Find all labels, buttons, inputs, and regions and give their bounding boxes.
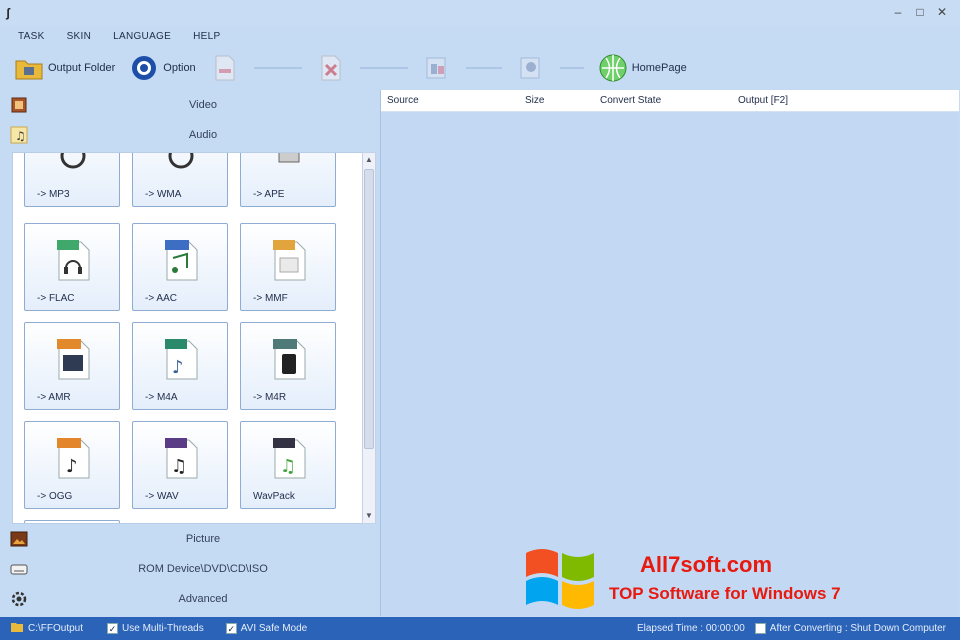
toolbar: Output Folder Option HomePage — [0, 48, 960, 88]
multi-threads-checkbox[interactable]: ✓ Use Multi-Threads — [107, 623, 204, 634]
window-controls: – □ ✕ — [890, 4, 950, 20]
column-output[interactable]: Output [F2] — [738, 95, 788, 106]
avi-safe-mode-checkbox[interactable]: ✓ AVI Safe Mode — [225, 623, 307, 634]
category-rom-device[interactable]: ROM Device\DVD\CD\ISO — [6, 554, 380, 584]
ogg-file-icon: ♪ — [53, 436, 93, 480]
svg-text:♫: ♫ — [280, 456, 296, 477]
format-tile-wavpack[interactable]: ♫ WavPack — [240, 421, 336, 509]
format-tile-wma[interactable]: -> WMA — [132, 153, 228, 207]
elapsed-time: Elapsed Time : 00:00:00 — [636, 623, 745, 634]
maximize-icon[interactable]: □ — [912, 4, 928, 20]
format-tile-flac[interactable]: -> FLAC — [24, 223, 120, 311]
format-grid-scrollbar[interactable]: ▲ ▼ — [362, 152, 376, 524]
output-folder-button[interactable]: Output Folder — [14, 51, 115, 85]
format-grid: -> MP3 -> WMA -> APE -> FLAC -> AAC -> M… — [12, 152, 368, 524]
stop-file-icon — [516, 53, 546, 83]
task-list-header: Source Size Convert State Output [F2] — [381, 90, 959, 112]
checkbox-unchecked-icon — [754, 623, 766, 634]
category-picture[interactable]: Picture — [6, 524, 380, 554]
menu-language[interactable]: LANGUAGE — [113, 31, 171, 42]
m4r-file-icon — [269, 337, 309, 381]
app-logo-icon[interactable]: ʃ — [6, 6, 10, 20]
scroll-up-icon[interactable]: ▲ — [363, 153, 375, 167]
toolbar-divider — [359, 67, 408, 69]
mp3-file-icon — [53, 153, 93, 178]
clear-list-button[interactable] — [316, 51, 346, 85]
homepage-button[interactable]: HomePage — [598, 51, 687, 85]
m4a-file-icon: ♪ — [161, 337, 201, 381]
close-icon[interactable]: ✕ — [934, 4, 950, 20]
format-tile-mmf[interactable]: -> MMF — [240, 223, 336, 311]
wavpack-file-icon: ♫ — [269, 436, 309, 480]
ape-file-icon — [269, 153, 309, 178]
clear-list-icon — [316, 53, 346, 83]
flac-file-icon — [53, 238, 93, 282]
format-tile-amr[interactable]: -> AMR — [24, 322, 120, 410]
stop-button[interactable] — [516, 51, 546, 85]
mmf-file-icon — [269, 238, 309, 282]
advanced-gear-icon — [10, 590, 28, 608]
windows-logo-icon — [522, 541, 598, 611]
video-icon — [10, 96, 28, 114]
toolbar-divider — [559, 67, 584, 69]
picture-icon — [10, 530, 28, 548]
task-list-panel[interactable]: Source Size Convert State Output [F2] — [380, 90, 959, 616]
audio-icon: ♫ — [10, 126, 28, 144]
aac-file-icon — [161, 238, 201, 282]
rom-device-icon — [10, 560, 28, 578]
format-tile-ogg[interactable]: ♪ -> OGG — [24, 421, 120, 509]
svg-text:♫: ♫ — [15, 129, 26, 143]
amr-file-icon — [53, 337, 93, 381]
svg-text:♪: ♪ — [66, 456, 78, 477]
format-tile-mp3[interactable]: -> MP3 — [24, 153, 120, 207]
column-source[interactable]: Source — [387, 95, 419, 106]
remove-file-icon — [210, 53, 240, 83]
category-advanced[interactable]: Advanced — [6, 584, 380, 614]
option-icon — [129, 53, 159, 83]
output-folder-icon — [10, 621, 24, 636]
checkbox-checked-icon: ✓ — [225, 623, 237, 634]
left-panel: Video ♫ Audio -> MP3 -> WMA -> APE -> FL… — [6, 90, 380, 616]
remove-task-button[interactable] — [210, 51, 240, 85]
menu-help[interactable]: HELP — [193, 31, 220, 42]
toolbar-divider — [465, 67, 502, 69]
status-bar: C:\FFOutput ✓ Use Multi-Threads ✓ AVI Sa… — [0, 617, 960, 640]
menu-bar: TASK SKIN LANGUAGE HELP — [0, 26, 960, 46]
after-converting-checkbox[interactable]: After Converting : Shut Down Computer — [754, 623, 946, 634]
play-file-icon — [422, 53, 452, 83]
wma-file-icon — [161, 153, 201, 178]
svg-text:♫: ♫ — [171, 456, 187, 477]
folder-icon — [14, 53, 44, 83]
format-tile-m4r[interactable]: -> M4R — [240, 322, 336, 410]
format-tile-ape[interactable]: -> APE — [240, 153, 336, 207]
output-path-button[interactable]: C:\FFOutput — [10, 621, 83, 636]
title-bar: ʃ – □ ✕ — [0, 0, 960, 26]
minimize-icon[interactable]: – — [890, 4, 906, 20]
watermark-title: All7soft.com — [640, 552, 773, 577]
watermark-subtitle: TOP Software for Windows 7 — [609, 584, 841, 603]
category-audio[interactable]: ♫ Audio — [6, 120, 380, 150]
category-video[interactable]: Video — [6, 90, 380, 120]
wav-file-icon: ♫ — [161, 436, 201, 480]
format-tile-wav[interactable]: ♫ -> WAV — [132, 421, 228, 509]
scroll-down-icon[interactable]: ▼ — [363, 509, 375, 523]
format-tile-m4a[interactable]: ♪ -> M4A — [132, 322, 228, 410]
column-size[interactable]: Size — [525, 95, 544, 106]
scroll-thumb[interactable] — [364, 169, 374, 449]
toolbar-divider — [253, 67, 302, 69]
play-button[interactable] — [422, 51, 452, 85]
format-tile-aac[interactable]: -> AAC — [132, 223, 228, 311]
column-convert-state[interactable]: Convert State — [600, 95, 661, 106]
menu-skin[interactable]: SKIN — [67, 31, 92, 42]
menu-task[interactable]: TASK — [18, 31, 45, 42]
option-button[interactable]: Option — [129, 51, 196, 85]
globe-icon — [598, 53, 628, 83]
svg-text:♪: ♪ — [172, 357, 184, 378]
checkbox-checked-icon: ✓ — [107, 623, 119, 634]
